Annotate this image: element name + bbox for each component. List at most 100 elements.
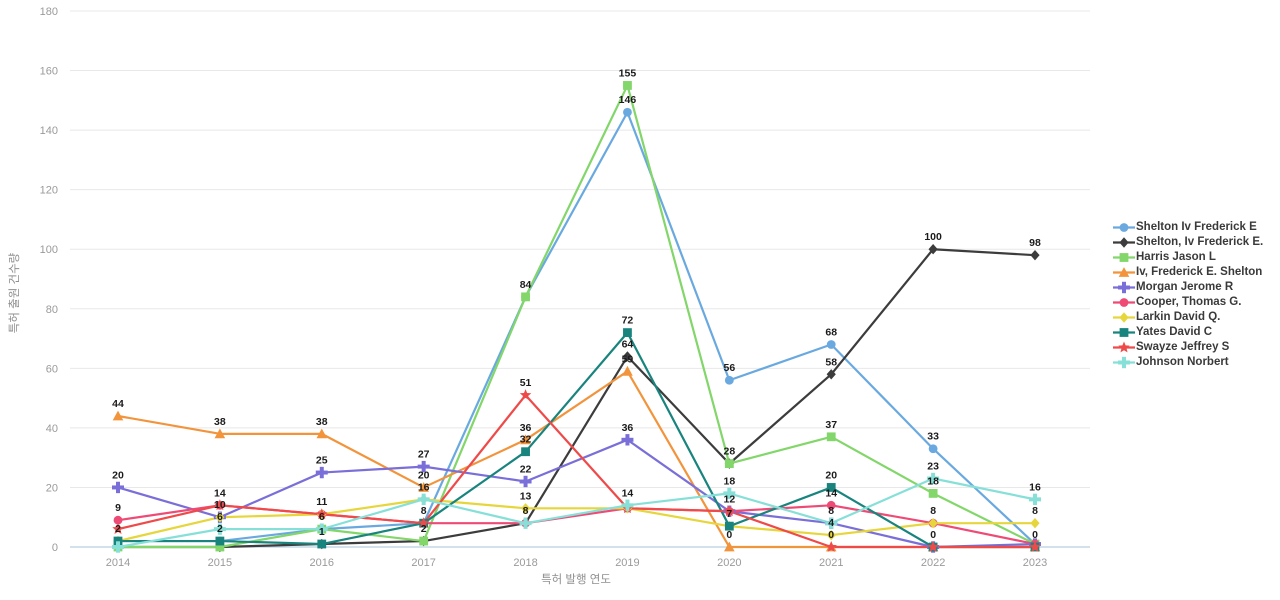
point-label-2018-32: 32 [520, 434, 532, 446]
point-label-2021-37: 37 [825, 419, 837, 431]
point-label-2018-13: 13 [520, 490, 532, 502]
data-point-1-9 [1030, 249, 1040, 261]
series-line-3 [116, 370, 1037, 549]
legend-label-7: Yates David C [1136, 326, 1213, 338]
x-tick-2023: 2023 [1023, 557, 1047, 569]
point-label-2014-20: 20 [112, 469, 124, 481]
legend-label-2: Harris Jason L [1136, 251, 1216, 263]
data-point-0-5 [623, 107, 632, 117]
point-label-2020-0: 0 [726, 529, 732, 541]
x-axis-title: 특허 발행 연도 [541, 573, 611, 586]
point-label-2019-72: 72 [622, 315, 634, 327]
point-label-2021-4: 4 [828, 517, 834, 529]
legend-marker-star-icon [1112, 340, 1136, 355]
x-tick-2019: 2019 [615, 557, 639, 569]
point-label-2018-22: 22 [520, 463, 532, 475]
x-tick-2020: 2020 [717, 557, 741, 569]
point-label-2023-98: 98 [1029, 237, 1041, 249]
point-label-2021-58: 58 [825, 356, 837, 368]
point-label-2016-25: 25 [316, 455, 328, 467]
point-label-2017-16: 16 [418, 481, 430, 493]
x-tick-2021: 2021 [819, 557, 843, 569]
data-point-2-4 [521, 292, 530, 302]
data-point-7-2 [317, 539, 327, 549]
legend-marker-diamond-icon [1112, 235, 1136, 250]
legend-item-2[interactable]: Harris Jason L [1112, 250, 1280, 265]
data-point-2-5 [623, 81, 632, 90]
legend-item-9[interactable]: Johnson Norbert [1112, 355, 1280, 370]
point-label-2023-0: 0 [1032, 529, 1038, 541]
legend-marker-triangle-icon [1112, 265, 1136, 280]
data-point-0-7 [826, 340, 836, 349]
legend-item-7[interactable]: Yates David C [1112, 325, 1280, 340]
data-point-2-7 [826, 432, 836, 442]
point-label-2022-8: 8 [930, 505, 936, 517]
point-label-2014-9: 9 [115, 502, 121, 514]
series-line-0 [116, 111, 1037, 546]
legend-marker-circle-icon [1112, 295, 1136, 310]
y-tick-160: 160 [40, 66, 58, 78]
line-chart-plot-area: 0 20 40 60 80 100 120 140 160 180 2014 2015 2016 201… [0, 0, 1105, 600]
data-point-7-4 [521, 447, 530, 457]
data-point-4-4 [519, 475, 532, 488]
series-line-2 [116, 84, 1037, 549]
point-label-2015-38: 38 [214, 416, 226, 428]
point-label-2018-51: 51 [520, 377, 532, 389]
data-point-0-8 [928, 444, 938, 454]
point-label-2017-8: 8 [421, 505, 427, 517]
point-label-2015-14: 14 [214, 487, 226, 499]
data-point-2-8 [928, 489, 938, 498]
point-label-2020-18: 18 [723, 475, 735, 487]
legend-item-3[interactable]: Iv, Frederick E. Shelton [1112, 265, 1280, 280]
legend-item-4[interactable]: Morgan Jerome R [1112, 280, 1280, 295]
legend-item-6[interactable]: Larkin David Q. [1112, 310, 1280, 325]
legend-marker-cross-icon [1112, 280, 1136, 295]
x-tick-2015: 2015 [208, 557, 232, 569]
point-label-2020-56: 56 [723, 362, 735, 374]
point-label-2016-1: 1 [319, 526, 325, 538]
legend-item-0[interactable]: Shelton Iv Frederick E [1112, 220, 1280, 235]
point-label-2016-6: 6 [319, 511, 325, 523]
legend-marker-cross-icon [1112, 355, 1136, 370]
point-label-2019-146: 146 [619, 94, 637, 106]
point-label-2020-7: 7 [726, 508, 732, 520]
x-tick-2022: 2022 [921, 557, 945, 569]
legend-item-5[interactable]: Cooper, Thomas G. [1112, 295, 1280, 310]
data-point-6-9 [1030, 517, 1040, 529]
data-point-3-5 [622, 365, 633, 376]
series-markers-group [112, 81, 1041, 553]
data-point-3-0 [112, 410, 124, 421]
y-tick-140: 140 [40, 125, 58, 137]
chart-legend: Shelton Iv Frederick E Shelton, Iv Freder… [1112, 220, 1280, 370]
y-tick-20: 20 [46, 482, 58, 494]
legend-label-1: Shelton, Iv Frederick E. [1136, 236, 1264, 248]
data-point-4-0 [112, 481, 124, 494]
point-label-2017-2: 2 [421, 523, 427, 535]
point-label-2020-28: 28 [723, 446, 735, 458]
data-point-9-3 [417, 493, 430, 506]
point-label-2018-36: 36 [520, 422, 532, 434]
data-point-labels: 4420923814106238251161272016828451363222… [112, 67, 1041, 541]
legend-label-5: Cooper, Thomas G. [1136, 296, 1242, 308]
point-label-2017-27: 27 [418, 449, 430, 461]
series-lines-group [116, 84, 1037, 549]
data-point-9-9 [1029, 493, 1041, 506]
data-point-7-1 [215, 536, 225, 546]
point-label-2020-12: 12 [723, 493, 735, 505]
data-point-9-4 [519, 517, 532, 529]
legend-item-1[interactable]: Shelton, Iv Frederick E. [1112, 235, 1280, 250]
legend-item-8[interactable]: Swayze Jeffrey S [1112, 340, 1280, 355]
x-axis-tick-labels: 2014 2015 2016 2017 2018 2019 2020 2021 2022 2023 [106, 557, 1047, 569]
data-point-4-2 [315, 466, 328, 479]
x-tick-2016: 2016 [310, 557, 334, 569]
data-point-2-6 [724, 459, 734, 469]
legend-marker-circle-icon [1112, 220, 1136, 235]
point-label-2023-16: 16 [1029, 481, 1041, 493]
y-tick-40: 40 [46, 423, 58, 435]
point-label-2019-14: 14 [622, 487, 634, 499]
chart-svg: 020406080100120140160180 2014 2015 2016 201… [7, 6, 1090, 586]
legend-label-3: Iv, Frederick E. Shelton [1136, 266, 1263, 278]
y-axis-tick-labels: 0 20 40 60 80 100 120 140 160 180 [40, 6, 58, 554]
point-label-2021-68: 68 [825, 327, 837, 339]
point-label-2021-0: 0 [828, 529, 834, 541]
